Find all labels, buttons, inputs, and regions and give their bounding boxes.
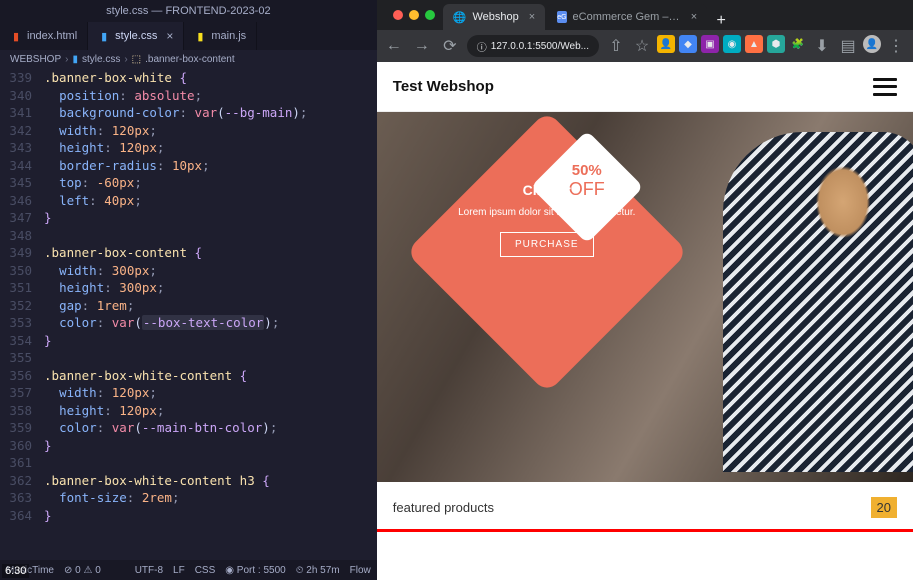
hamburger-icon[interactable] (873, 78, 897, 96)
line-gutter: 339 340 341 342 343 344 345 346 347 348 … (0, 69, 44, 560)
badge-percent: 50% (552, 162, 622, 179)
css-icon: ▮ (72, 54, 78, 65)
html-icon: ▮ (10, 30, 22, 42)
extensions-icon[interactable]: 🧩 (789, 35, 807, 53)
ext-icon[interactable]: 👤 (657, 35, 675, 53)
bookmark-icon[interactable]: ▤ (837, 35, 859, 57)
ext-icon[interactable]: ▣ (701, 35, 719, 53)
window-title: style.css — FRONTEND-2023-02 (0, 0, 377, 22)
ext-icon[interactable]: ⬢ (767, 35, 785, 53)
sb-lang[interactable]: CSS (195, 565, 216, 576)
video-progress-bar[interactable] (377, 529, 913, 532)
ext-icon[interactable]: ◆ (679, 35, 697, 53)
menu-icon[interactable]: ⋮ (885, 35, 907, 57)
banner-content: Cimsor Lorem ipsum dolor sit amet consec… (437, 182, 657, 257)
close-icon[interactable]: × (529, 11, 535, 23)
globe-icon: 🌐 (453, 11, 467, 24)
breadcrumb-item[interactable]: .banner-box-content (145, 54, 235, 65)
tab-label: eCommerce Gem – Multipurpo (573, 11, 681, 23)
tab-label: style.css (115, 30, 157, 42)
tab-label: main.js (211, 30, 246, 42)
ext-icon[interactable]: ◉ (723, 35, 741, 53)
tab-main-js[interactable]: ▮ main.js (184, 22, 257, 50)
status-bar: MusicTime ⊘ 0 ⚠ 0 UTF-8 LF CSS ◉ Port : … (0, 560, 377, 580)
info-icon: ⓘ (477, 39, 487, 54)
breadcrumb[interactable]: WEBSHOP › ▮ style.css › ⬚ .banner-box-co… (0, 50, 377, 69)
vscode-editor: style.css — FRONTEND-2023-02 ▮ index.htm… (0, 0, 377, 580)
breadcrumb-item[interactable]: WEBSHOP (10, 54, 61, 65)
tab-label: Webshop (472, 11, 518, 23)
browser-tabstrip: 🌐 Webshop × eG eCommerce Gem – Multipurp… (377, 0, 913, 30)
browser-window: 🌐 Webshop × eG eCommerce Gem – Multipurp… (377, 0, 913, 580)
hero-image (723, 132, 913, 472)
url-text: 127.0.0.1:5500/Web... (491, 41, 589, 52)
share-icon[interactable]: ⇧ (605, 35, 627, 57)
shop-header: Test Webshop (377, 62, 913, 112)
address-bar[interactable]: ⓘ 127.0.0.1:5500/Web... (467, 35, 599, 57)
avatar-icon[interactable]: 👤 (863, 35, 881, 53)
browser-page: Test Webshop 50% OFF Cimsor Lorem ipsum … (377, 62, 913, 580)
tab-label: index.html (27, 30, 77, 42)
css-icon: ▮ (98, 30, 110, 42)
browser-toolbar: ← → ⟳ ⓘ 127.0.0.1:5500/Web... ⇧ ☆ 👤 ◆ ▣ … (377, 30, 913, 62)
sb-time[interactable]: ⏲ 2h 57m (296, 565, 340, 576)
browser-tab-ecommerce[interactable]: eG eCommerce Gem – Multipurpo × (547, 4, 707, 30)
window-controls (385, 0, 443, 30)
browser-tab-webshop[interactable]: 🌐 Webshop × (443, 4, 545, 30)
sb-problems[interactable]: ⊘ 0 ⚠ 0 (64, 565, 101, 576)
chevron-right-icon: › (124, 54, 127, 65)
close-window-icon[interactable] (393, 10, 403, 20)
chevron-right-icon: › (65, 54, 68, 65)
banner-text: Lorem ipsum dolor sit amet consectetur. (437, 206, 657, 220)
code-content[interactable]: .banner-box-white { position: absolute; … (44, 69, 377, 560)
video-timestamp: 6:30 (2, 564, 29, 578)
featured-label: featured products (393, 500, 494, 515)
maximize-window-icon[interactable] (425, 10, 435, 20)
js-icon: ▮ (194, 30, 206, 42)
selector-icon: ⬚ (132, 54, 141, 65)
page-title: Test Webshop (393, 78, 494, 95)
featured-section: featured products 20 (377, 482, 913, 532)
sb-encoding[interactable]: UTF-8 (135, 565, 163, 576)
year-badge: 20 (871, 497, 897, 518)
download-icon[interactable]: ⬇ (811, 35, 833, 57)
extension-icons: ⇧ ☆ 👤 ◆ ▣ ◉ ▲ ⬢ 🧩 ⬇ ▤ 👤 ⋮ (605, 35, 907, 57)
close-icon[interactable]: × (691, 11, 697, 23)
close-icon[interactable]: × (166, 29, 173, 43)
editor-tabs: ▮ index.html ▮ style.css × ▮ main.js (0, 22, 377, 50)
ext-icon[interactable]: ▲ (745, 35, 763, 53)
sb-flow[interactable]: Flow (350, 565, 371, 576)
breadcrumb-item[interactable]: style.css (82, 54, 120, 65)
sb-liveserver[interactable]: ◉ Port : 5500 (225, 565, 285, 576)
reload-button[interactable]: ⟳ (439, 35, 461, 57)
minimize-window-icon[interactable] (409, 10, 419, 20)
code-area[interactable]: 339 340 341 342 343 344 345 346 347 348 … (0, 69, 377, 560)
forward-button[interactable]: → (411, 35, 433, 57)
tab-style-css[interactable]: ▮ style.css × (88, 22, 184, 50)
purchase-button[interactable]: PURCHASE (500, 232, 594, 257)
banner-title: Cimsor (437, 182, 657, 198)
sb-eol[interactable]: LF (173, 565, 185, 576)
site-icon: eG (557, 11, 566, 23)
new-tab-button[interactable]: + (709, 12, 733, 30)
hero-section: 50% OFF Cimsor Lorem ipsum dolor sit ame… (377, 112, 913, 482)
back-button[interactable]: ← (383, 35, 405, 57)
star-icon[interactable]: ☆ (631, 35, 653, 57)
tab-index-html[interactable]: ▮ index.html (0, 22, 88, 50)
